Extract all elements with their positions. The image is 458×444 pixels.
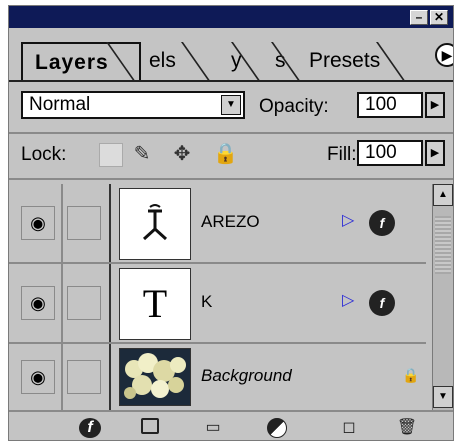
divider	[9, 178, 453, 180]
layer-thumbnail: T	[119, 268, 191, 340]
divider	[9, 132, 453, 134]
tab-divider	[375, 42, 406, 82]
tab-presets[interactable]: Presets	[309, 42, 380, 80]
background-thumbnail	[119, 348, 191, 406]
blend-mode-select[interactable]: Normal ▼	[21, 91, 245, 119]
close-button[interactable]: ✕	[430, 10, 448, 25]
lock-all-icon[interactable]: 🔒	[213, 143, 238, 165]
lock-icon: 🔒	[402, 367, 420, 383]
layers-list: ◉ AREZO ▷ f ◉ T K ▷ f ◉ Background 🔒	[9, 184, 426, 410]
layer-effects-icon: f	[369, 210, 395, 236]
fill-arrow-icon[interactable]: ▶	[425, 140, 445, 166]
blend-mode-value: Normal	[29, 94, 91, 115]
new-adjustment-layer-icon[interactable]	[267, 418, 287, 438]
effects-expand-triangle-icon[interactable]: ▷	[342, 290, 354, 310]
opacity-input[interactable]: 100	[357, 92, 423, 118]
layer-name: AREZO	[201, 212, 260, 231]
layer-name: Background	[201, 366, 292, 385]
lock-position-move-icon[interactable]: ✥	[171, 143, 193, 165]
layer-effects-icon: f	[369, 290, 395, 316]
scroll-down-icon[interactable]: ▼	[433, 386, 453, 408]
layer-name: K	[201, 292, 213, 311]
layer-row[interactable]: ◉ AREZO ▷ f	[9, 184, 426, 264]
layers-palette-window: – ✕ Layers els y s Presets ▶ Normal ▼ Op…	[8, 5, 454, 441]
layer-row[interactable]: ◉ T K ▷ f	[9, 264, 426, 344]
tab-underline	[9, 80, 453, 82]
eye-icon[interactable]: ◉	[21, 206, 55, 240]
opacity-label: Opacity:	[259, 96, 329, 117]
tab-layers[interactable]: Layers	[21, 42, 141, 80]
eye-icon[interactable]: ◉	[21, 286, 55, 320]
fill-input[interactable]: 100	[357, 140, 423, 166]
link-box[interactable]	[67, 360, 101, 394]
add-layer-style-icon[interactable]: f	[79, 418, 101, 438]
link-box[interactable]	[67, 286, 101, 320]
minimize-button[interactable]: –	[410, 10, 428, 25]
layers-toolbar: f ▭ ◻ 🗑	[9, 410, 453, 440]
palette-tabs: Layers els y s Presets	[9, 28, 453, 82]
fill-label: Fill:	[327, 144, 357, 165]
effects-expand-triangle-icon[interactable]: ▷	[342, 210, 354, 230]
tab-divider	[180, 42, 211, 82]
tab-channels[interactable]: els	[149, 42, 176, 80]
chevron-down-icon[interactable]: ▼	[221, 95, 241, 115]
lock-label: Lock:	[21, 144, 67, 165]
scroll-up-icon[interactable]: ▲	[433, 184, 453, 206]
new-group-folder-icon[interactable]: ▭	[201, 418, 225, 438]
lock-pixels-brush-icon[interactable]: ✎	[131, 143, 153, 165]
trash-icon[interactable]: 🗑	[395, 418, 419, 438]
layer-thumbnail	[119, 188, 191, 260]
new-layer-icon[interactable]: ◻	[337, 418, 361, 438]
text-layer-icon	[142, 204, 168, 241]
flowers-image	[124, 353, 186, 399]
scroll-thumb[interactable]	[435, 216, 451, 274]
layer-row[interactable]: ◉ Background 🔒	[9, 344, 426, 410]
title-bar[interactable]: – ✕	[9, 6, 453, 28]
eye-icon[interactable]: ◉	[21, 360, 55, 394]
opacity-arrow-icon[interactable]: ▶	[425, 92, 445, 118]
link-box[interactable]	[67, 206, 101, 240]
palette-menu-arrow-icon[interactable]: ▶	[435, 43, 453, 67]
layers-scrollbar[interactable]: ▲ ▼	[432, 184, 453, 410]
add-mask-icon[interactable]	[141, 418, 159, 434]
blend-row: Normal ▼ Opacity: 100 ▶	[9, 86, 453, 132]
lock-transparency-icon[interactable]	[99, 143, 123, 167]
